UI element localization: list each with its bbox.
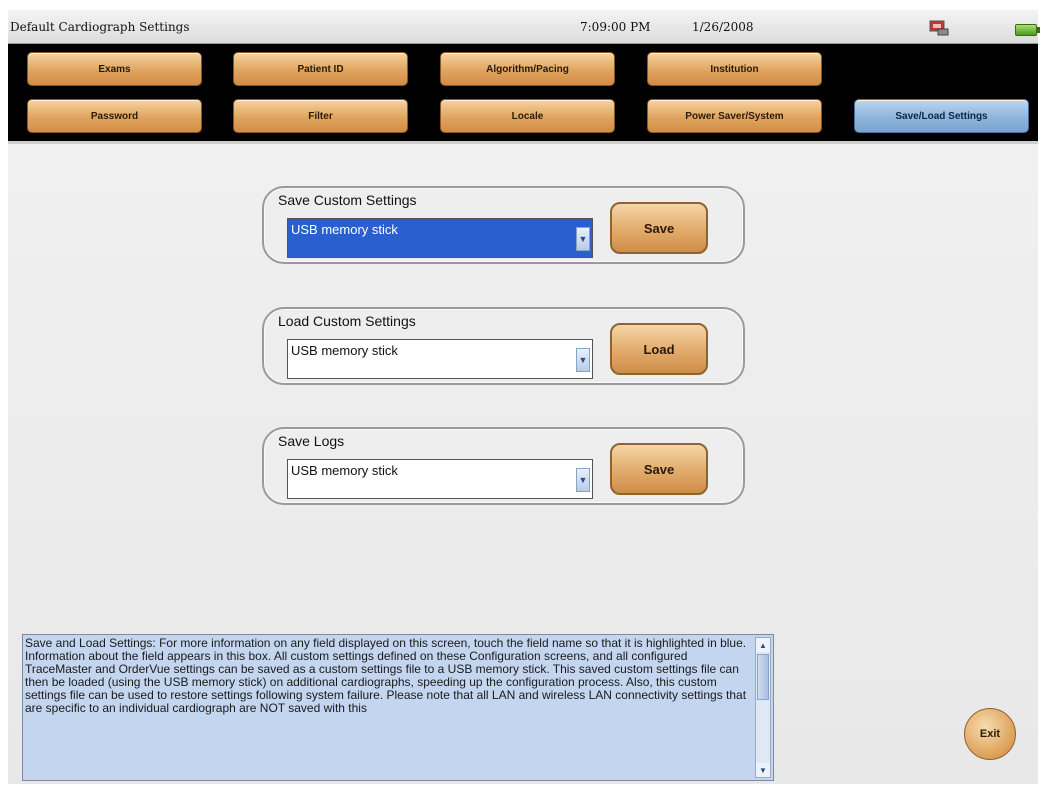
tab-exams[interactable]: Exams xyxy=(27,52,202,86)
chevron-down-icon[interactable]: ▼ xyxy=(576,468,590,492)
tab-password[interactable]: Password xyxy=(27,99,202,133)
nav-bar: Exams Patient ID Algorithm/Pacing Instit… xyxy=(8,44,1038,141)
scroll-up-icon[interactable]: ▲ xyxy=(756,638,770,652)
tab-save-load-settings[interactable]: Save/Load Settings xyxy=(854,99,1029,133)
tab-algorithm-pacing[interactable]: Algorithm/Pacing xyxy=(440,52,615,86)
help-text: Save and Load Settings: For more informa… xyxy=(25,636,747,715)
window-title: Default Cardiograph Settings xyxy=(10,20,190,34)
date: 1/26/2008 xyxy=(692,20,754,34)
chevron-down-icon[interactable]: ▼ xyxy=(576,348,590,372)
load-custom-source-value: USB memory stick xyxy=(291,343,398,358)
tab-institution[interactable]: Institution xyxy=(647,52,822,86)
save-logs-label[interactable]: Save Logs xyxy=(278,433,344,449)
chevron-down-icon[interactable]: ▼ xyxy=(576,227,590,251)
tab-filter[interactable]: Filter xyxy=(233,99,408,133)
load-custom-settings-label[interactable]: Load Custom Settings xyxy=(278,313,416,329)
save-custom-settings-group: Save Custom Settings USB memory stick ▼ … xyxy=(262,186,745,264)
save-custom-settings-button[interactable]: Save xyxy=(610,202,708,254)
clock: 7:09:00 PM xyxy=(580,20,651,34)
scroll-thumb[interactable] xyxy=(757,654,769,700)
load-custom-settings-group: Load Custom Settings USB memory stick ▼ … xyxy=(262,307,745,385)
help-scrollbar[interactable]: ▲ ▼ xyxy=(755,637,771,778)
load-custom-settings-button[interactable]: Load xyxy=(610,323,708,375)
scroll-down-icon[interactable]: ▼ xyxy=(756,763,770,777)
battery-icon xyxy=(1015,24,1040,36)
tab-power-saver-system[interactable]: Power Saver/System xyxy=(647,99,822,133)
load-custom-source-select[interactable]: USB memory stick ▼ xyxy=(287,339,593,379)
tab-locale[interactable]: Locale xyxy=(440,99,615,133)
network-icon xyxy=(929,20,949,36)
tab-patient-id[interactable]: Patient ID xyxy=(233,52,408,86)
save-custom-settings-label[interactable]: Save Custom Settings xyxy=(278,192,417,208)
save-logs-destination-select[interactable]: USB memory stick ▼ xyxy=(287,459,593,499)
save-logs-button[interactable]: Save xyxy=(610,443,708,495)
save-logs-group: Save Logs USB memory stick ▼ Save xyxy=(262,427,745,505)
help-text-box[interactable]: Save and Load Settings: For more informa… xyxy=(22,634,774,781)
title-bar: Default Cardiograph Settings 7:09:00 PM … xyxy=(8,10,1040,44)
save-logs-destination-value: USB memory stick xyxy=(291,463,398,478)
save-custom-destination-value: USB memory stick xyxy=(291,222,398,237)
settings-panel: Save Custom Settings USB memory stick ▼ … xyxy=(8,141,1038,784)
exit-button[interactable]: Exit xyxy=(964,708,1016,760)
save-custom-destination-select[interactable]: USB memory stick ▼ xyxy=(287,218,593,258)
